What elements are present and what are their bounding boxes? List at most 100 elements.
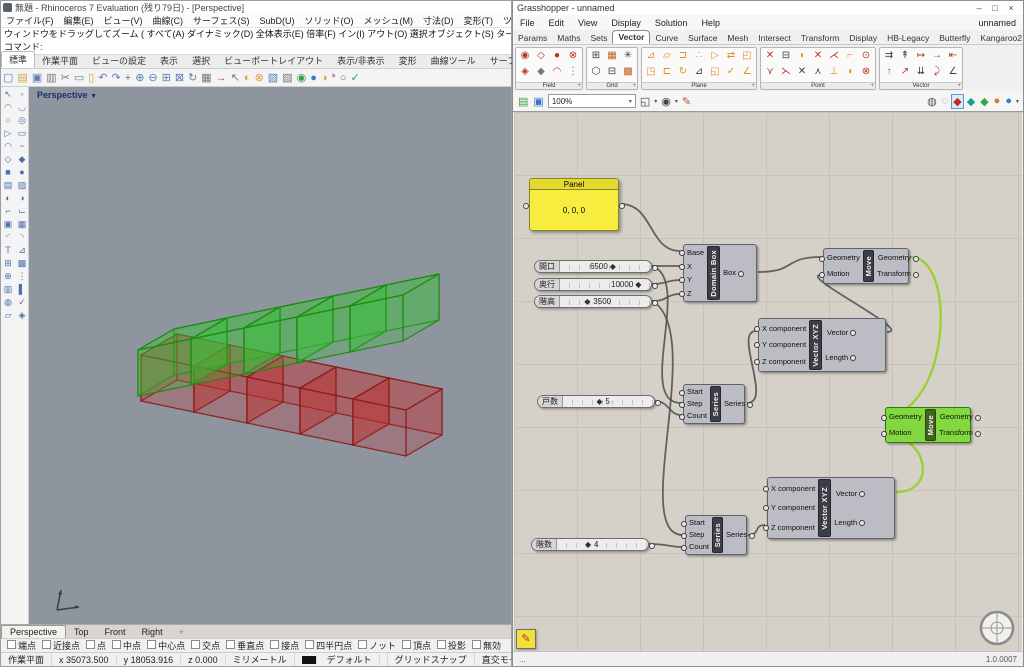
component-move-selected[interactable]: Geometry Motion Move Geometry Transform <box>881 407 981 443</box>
slider-handle[interactable]: ◆ <box>584 296 590 308</box>
field-curve-icon[interactable]: ◠ <box>550 65 564 79</box>
options-icon[interactable]: * <box>330 70 338 86</box>
grid-snap-toggle[interactable]: グリッドスナップ <box>388 653 475 666</box>
ortho-toggle[interactable]: 直交モード <box>475 653 511 666</box>
split-icon[interactable]: ◑ <box>16 192 28 204</box>
rhino-menu-item[interactable]: 曲線(C) <box>148 14 189 27</box>
menu-file[interactable]: File <box>513 18 542 28</box>
box-icon[interactable]: ■ <box>2 166 14 178</box>
rhino-menu-item[interactable]: ソリッド(O) <box>299 14 358 27</box>
field-spin-icon[interactable]: ◉ <box>518 49 532 63</box>
visibility-icon[interactable]: ◍ <box>2 296 14 308</box>
vector-deconstruct-icon[interactable]: ⇊ <box>914 65 928 79</box>
input-port-geometry[interactable]: Geometry <box>881 412 922 421</box>
input-port-y-component[interactable]: Y component <box>753 340 806 349</box>
osnap-toggle[interactable]: ノット <box>358 639 396 652</box>
move-icon[interactable]: → <box>214 70 229 86</box>
cut-icon[interactable]: ✂ <box>59 70 72 86</box>
osnap-toggle[interactable]: 中点 <box>112 639 141 652</box>
select-arrow-icon[interactable]: ↖ <box>2 88 14 100</box>
component-label-bar[interactable]: Series <box>710 386 722 422</box>
menu-view[interactable]: View <box>571 18 604 28</box>
loft-icon[interactable]: ▨ <box>16 179 28 191</box>
ellipse-icon[interactable]: ◎ <box>16 114 28 126</box>
point-oriented-icon[interactable]: ⊥ <box>827 65 841 79</box>
component-domain-box[interactable]: Base X Y Z Domain Box Box <box>678 244 757 302</box>
redo-icon[interactable]: ↷ <box>110 70 123 86</box>
slider-handle[interactable]: ◆ <box>596 396 602 408</box>
field-display-icon[interactable]: ● <box>550 49 564 63</box>
view-settings-icon[interactable]: ◉ <box>660 95 672 108</box>
field-tensor-icon[interactable]: ⊗ <box>566 49 580 63</box>
hide-icon[interactable]: ◐ <box>242 70 253 86</box>
zoom-in-icon[interactable]: ⊕ <box>133 70 146 86</box>
rhino-menu-item[interactable]: 変形(T) <box>458 14 498 27</box>
category-tab[interactable]: Maths <box>552 32 585 44</box>
input-port-count[interactable]: Count <box>678 411 707 420</box>
number-slider-5[interactable]: 階数 4 ◆ <box>531 538 655 551</box>
menu-display[interactable]: Display <box>604 18 648 28</box>
point-project-icon[interactable]: ⌐ <box>843 49 857 63</box>
input-port-x-component[interactable]: X component <box>753 324 806 333</box>
input-port-count[interactable]: Count <box>680 542 709 551</box>
input-port-z[interactable]: Z <box>678 289 704 298</box>
viewport-tab-top[interactable]: Top <box>66 626 97 638</box>
output-port-length[interactable]: Length <box>825 353 857 362</box>
category-tab[interactable]: Transform <box>796 32 844 44</box>
arc-icon[interactable]: ◠ <box>2 140 14 152</box>
shear-icon[interactable]: ▱ <box>2 309 14 321</box>
rhino-toolbar-tab[interactable]: 表示/非表示 <box>330 53 392 68</box>
output-port-vector[interactable]: Vector <box>827 328 857 337</box>
field-point-icon[interactable]: ◈ <box>518 65 532 79</box>
group-expand-button[interactable]: + <box>957 83 961 89</box>
point-construct-icon[interactable]: ✕ <box>763 49 777 63</box>
plane-rotate-icon[interactable]: ↻ <box>676 65 690 79</box>
output-port-length[interactable]: Length <box>834 518 866 527</box>
category-tab[interactable]: Kangaroo2 <box>975 32 1024 44</box>
rhino-toolbar-tab[interactable]: 表示 <box>153 53 185 68</box>
dots-icon[interactable]: ⋮ <box>16 270 28 282</box>
component-label-bar[interactable]: Vector XYZ <box>809 320 823 370</box>
world-icon[interactable]: ○ <box>338 70 349 86</box>
units-label[interactable]: ミリメートル <box>226 653 295 666</box>
component-label-bar[interactable]: Domain Box <box>707 246 721 300</box>
number-slider-1[interactable]: 間口 6500 ◆ <box>534 260 658 273</box>
curve-tools-icon[interactable]: ◜ <box>2 231 14 243</box>
sweep-icon[interactable]: ◆ <box>16 153 28 165</box>
new-file-icon[interactable]: ▢ <box>1 70 15 86</box>
preview-off-icon[interactable]: ◍ <box>926 95 938 108</box>
category-tab[interactable]: Sets <box>585 32 612 44</box>
component-label-bar[interactable]: Move <box>924 409 936 441</box>
grid-snap-icon[interactable]: ▥ <box>2 283 14 295</box>
group-expand-button[interactable]: + <box>751 83 755 89</box>
point-sort-icon[interactable]: ✕ <box>811 49 825 63</box>
field-scalar-icon[interactable]: ⋮ <box>566 65 580 79</box>
plane-normal-icon[interactable]: ◳ <box>644 65 658 79</box>
osnap-toggle[interactable]: 端点 <box>7 639 36 652</box>
panel-component[interactable]: Panel 0, 0, 0 <box>523 178 625 231</box>
polygon-icon[interactable]: ▷ <box>2 127 14 139</box>
grid-pop-icon[interactable]: ▩ <box>621 65 635 79</box>
point-icon[interactable]: ◦ <box>16 88 28 100</box>
check-icon[interactable]: ✓ <box>16 296 28 308</box>
input-port-y-component[interactable]: Y component <box>762 503 815 512</box>
chamfer-icon[interactable]: ⌙ <box>16 205 28 217</box>
group-expand-button[interactable]: + <box>870 83 874 89</box>
gem-icon[interactable]: ◈ <box>16 309 28 321</box>
category-tab[interactable]: Curve <box>650 32 683 44</box>
rhino-menu-item[interactable]: 編集(E) <box>59 14 99 27</box>
extrude-icon[interactable]: ▤ <box>2 179 14 191</box>
save-icon[interactable]: ▣ <box>30 70 44 86</box>
plane-surface-icon[interactable]: ◰ <box>740 49 754 63</box>
osnap-toggle[interactable]: 点 <box>86 639 106 652</box>
output-port-transform[interactable]: Transform <box>939 428 981 437</box>
help-icon[interactable]: ✓ <box>348 70 361 86</box>
point-deconstruct-icon[interactable]: ⊟ <box>779 49 793 63</box>
grid-hex-icon[interactable]: ⬡ <box>589 65 603 79</box>
rotate-view-icon[interactable]: ↻ <box>186 70 199 86</box>
component-label-bar[interactable]: Series <box>712 517 724 553</box>
group-expand-button[interactable]: + <box>577 83 581 89</box>
field-line-icon[interactable]: ◇ <box>534 49 548 63</box>
input-port-y[interactable]: Y <box>678 275 704 284</box>
text-icon[interactable]: T <box>2 244 14 256</box>
